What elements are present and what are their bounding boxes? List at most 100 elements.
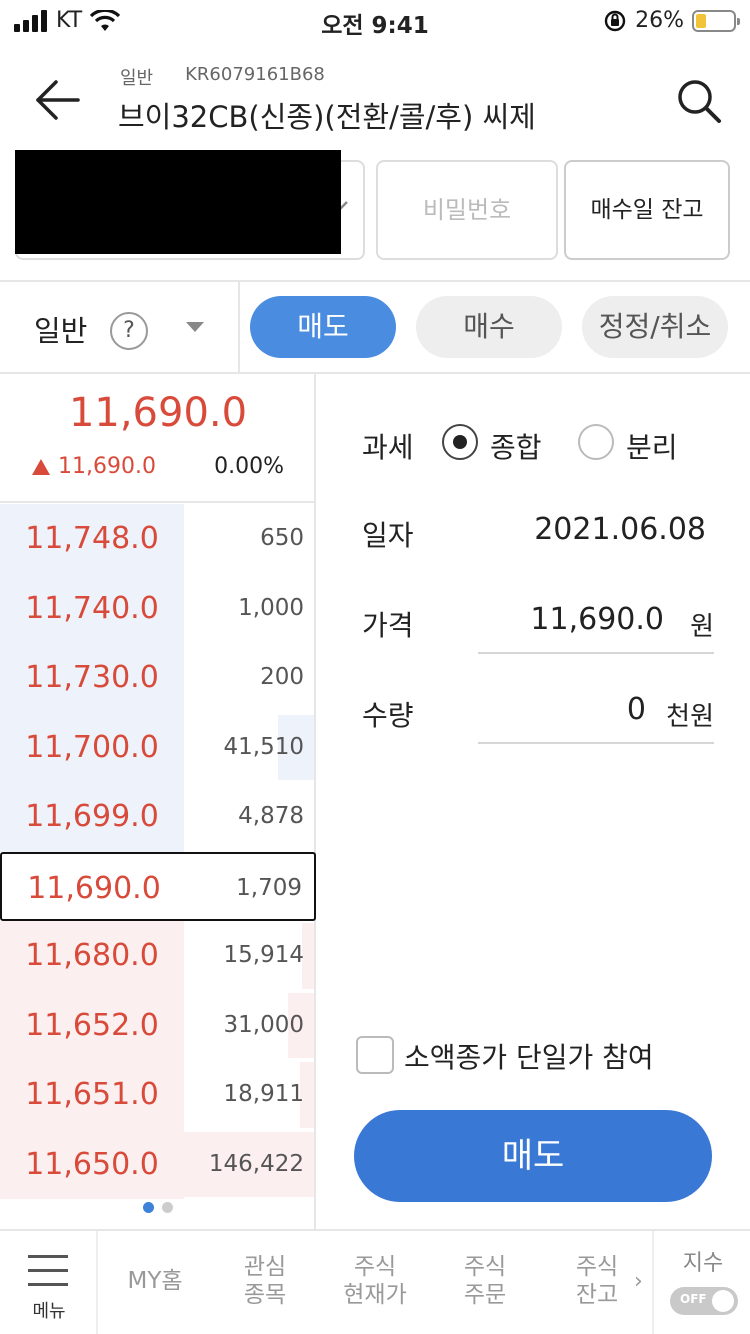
index-label: 지수 xyxy=(682,1251,724,1276)
orientation-lock-icon xyxy=(604,10,626,31)
page-indicator xyxy=(0,1202,316,1213)
buy-balance-button[interactable]: 매수일 잔고 xyxy=(564,160,730,260)
tab-my-home[interactable]: MY홈 xyxy=(110,1267,200,1295)
password-field[interactable]: 비밀번호 xyxy=(376,160,558,260)
ask-row[interactable]: 11,730.0 200 xyxy=(0,643,316,713)
current-price: 11,690.0 xyxy=(68,390,248,436)
qty-underline xyxy=(478,742,714,744)
radio-combined[interactable] xyxy=(442,424,478,460)
status-bar: KT 오전 9:41 26% xyxy=(0,0,750,44)
menu-button[interactable]: 메뉴 xyxy=(0,1231,98,1334)
small-odd-checkbox[interactable] xyxy=(356,1036,394,1074)
qty-unit: 천원 xyxy=(666,702,714,732)
order-mode-row: 일반 ? 매도 매수 정정/취소 xyxy=(0,282,750,372)
row-price: 11,748.0 xyxy=(25,521,159,556)
radio-separate-label[interactable]: 분리 xyxy=(626,426,678,466)
tab-watchlist[interactable]: 관심 종목 xyxy=(220,1253,310,1309)
row-price: 11,700.0 xyxy=(25,729,159,765)
status-right: 26% xyxy=(603,8,740,33)
page-dot-active xyxy=(143,1202,154,1213)
tab-amend-cancel[interactable]: 정정/취소 xyxy=(582,296,728,358)
divider xyxy=(238,282,240,372)
price-change: 11,690.0 xyxy=(32,454,156,479)
hamburger-icon xyxy=(28,1283,68,1286)
row-qty: 4,878 xyxy=(238,803,304,829)
row-price: 11,650.0 xyxy=(25,1146,159,1182)
bottom-tab-bar: 메뉴 MY홈 관심 종목 주식 현재가 주식 주문 주식 잔고 › 지수 OFF xyxy=(0,1229,750,1334)
tab-buy[interactable]: 매수 xyxy=(416,296,562,358)
change-rate: 0.00% xyxy=(214,454,284,479)
help-icon[interactable]: ? xyxy=(110,312,148,350)
small-odd-label[interactable]: 소액종가 단일가 참여 xyxy=(404,1036,654,1076)
toggle-label: OFF xyxy=(680,1292,707,1306)
order-book-rows: 11,748.0 650 11,740.0 1,000 11,730.0 200 11… xyxy=(0,504,316,1199)
tab-stock-order[interactable]: 주식 주문 xyxy=(440,1253,530,1309)
row-qty: 1,000 xyxy=(238,594,304,621)
qty-label: 수량 xyxy=(362,699,414,732)
divider xyxy=(0,501,316,503)
price-label: 가격 xyxy=(362,609,414,642)
selected-price-row[interactable]: 11,690.0 1,709 xyxy=(0,851,316,921)
bid-row[interactable]: 11,652.0 31,000 xyxy=(0,990,316,1060)
ask-row[interactable]: 11,748.0 650 xyxy=(0,504,316,574)
date-label: 일자 xyxy=(362,519,414,552)
qty-input[interactable]: 0 xyxy=(627,692,646,727)
menu-label: 메뉴 xyxy=(32,1301,66,1322)
row-qty: 146,422 xyxy=(208,1150,304,1177)
row-qty: 31,000 xyxy=(223,1011,304,1038)
bid-row[interactable]: 11,680.0 15,914 xyxy=(0,921,316,991)
account-row: 비밀번호 매수일 잔고 xyxy=(0,150,750,260)
row-qty: 41,510 xyxy=(223,733,304,760)
radio-separate[interactable] xyxy=(578,424,614,460)
order-form: 과세 종합 분리 일자 2021.06.08 가격 11,690.0 원 수량 … xyxy=(318,374,750,1229)
tab-sell[interactable]: 매도 xyxy=(250,296,396,358)
up-triangle-icon xyxy=(32,458,50,475)
security-title[interactable]: 브이32CB(신종)(전환/콜/후) 씨제 xyxy=(118,94,588,136)
toggle-knob xyxy=(712,1290,734,1312)
ask-row[interactable]: 11,700.0 41,510 xyxy=(0,712,316,782)
hamburger-icon xyxy=(28,1269,68,1272)
ask-row[interactable]: 11,740.0 1,000 xyxy=(0,573,316,643)
row-qty: 650 xyxy=(260,525,304,551)
security-type: 일반 xyxy=(120,68,154,89)
radio-combined-label[interactable]: 종합 xyxy=(490,426,542,466)
hamburger-icon xyxy=(28,1255,68,1258)
order-type-label[interactable]: 일반 xyxy=(34,308,87,350)
index-toggle[interactable]: OFF xyxy=(670,1287,738,1315)
row-price: 11,680.0 xyxy=(25,938,159,973)
row-qty: 15,914 xyxy=(223,942,304,968)
price-underline xyxy=(478,652,714,654)
order-book: 11,690.0 11,690.0 0.00% 11,748.0 650 11,7… xyxy=(0,374,316,1229)
header: 일반 KR6079161B68 브이32CB(신종)(전환/콜/후) 씨제 xyxy=(0,56,750,146)
change-value: 11,690.0 xyxy=(58,454,156,479)
row-price: 11,740.0 xyxy=(25,590,159,626)
bid-row[interactable]: 11,651.0 18,911 xyxy=(0,1060,316,1130)
date-value[interactable]: 2021.06.08 xyxy=(534,512,706,547)
row-price: 11,652.0 xyxy=(25,1007,159,1043)
search-icon[interactable] xyxy=(676,78,722,124)
tab-stock-balance[interactable]: 주식 잔고 xyxy=(552,1253,642,1309)
price-input[interactable]: 11,690.0 xyxy=(530,602,664,637)
battery-icon xyxy=(692,9,740,32)
battery-percent: 26% xyxy=(635,8,684,33)
tax-label: 과세 xyxy=(362,431,414,464)
price-unit: 원 xyxy=(690,612,714,642)
row-qty: 18,911 xyxy=(223,1081,304,1107)
row-price: 11,730.0 xyxy=(25,660,159,695)
bid-row[interactable]: 11,650.0 146,422 xyxy=(0,1129,316,1199)
back-arrow-icon[interactable] xyxy=(32,78,82,122)
chevron-right-icon[interactable]: › xyxy=(634,1269,643,1294)
redaction-block xyxy=(15,150,341,254)
page-dot xyxy=(162,1202,173,1213)
security-meta: 일반 KR6079161B68 xyxy=(120,64,325,90)
row-price: 11,651.0 xyxy=(25,1077,159,1112)
dropdown-caret-icon[interactable] xyxy=(186,322,204,332)
index-toggle-area: 지수 OFF xyxy=(652,1231,750,1334)
ask-row[interactable]: 11,699.0 4,878 xyxy=(0,782,316,852)
sell-submit-button[interactable]: 매도 xyxy=(354,1110,712,1202)
tab-stock-price[interactable]: 주식 현재가 xyxy=(330,1253,420,1309)
row-qty: 1,709 xyxy=(236,874,302,901)
row-qty: 200 xyxy=(260,664,304,690)
row-price: 11,690.0 xyxy=(27,870,161,906)
row-price: 11,699.0 xyxy=(25,799,159,834)
